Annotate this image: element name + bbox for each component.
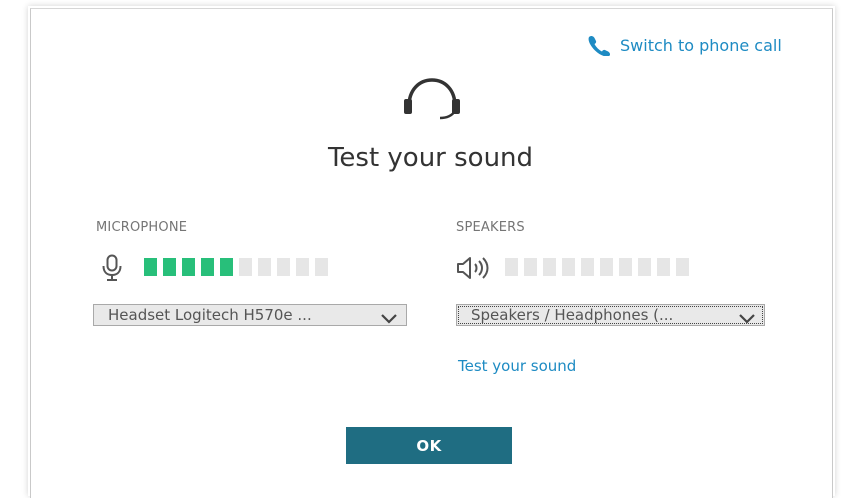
level-bar bbox=[619, 258, 632, 276]
headset-icon bbox=[403, 76, 461, 124]
speakers-section-label: SPEAKERS bbox=[456, 220, 525, 235]
chevron-down-icon bbox=[380, 310, 398, 328]
level-bar bbox=[543, 258, 556, 276]
test-your-sound-link[interactable]: Test your sound bbox=[458, 357, 576, 375]
level-bar bbox=[144, 258, 157, 276]
level-bar bbox=[505, 258, 518, 276]
microphone-level-meter bbox=[144, 258, 328, 276]
level-bar bbox=[638, 258, 651, 276]
microphone-icon bbox=[101, 254, 123, 286]
phone-icon bbox=[586, 34, 612, 56]
level-bar bbox=[296, 258, 309, 276]
level-bar bbox=[600, 258, 613, 276]
level-bar bbox=[315, 258, 328, 276]
chevron-down-icon bbox=[738, 310, 756, 328]
speaker-icon bbox=[455, 255, 493, 285]
level-bar bbox=[163, 258, 176, 276]
level-bar bbox=[201, 258, 214, 276]
microphone-device-value: Headset Logitech H570e ... bbox=[108, 306, 312, 324]
level-bar bbox=[676, 258, 689, 276]
microphone-device-select[interactable]: Headset Logitech H570e ... bbox=[93, 304, 407, 326]
level-bar bbox=[182, 258, 195, 276]
page-title: Test your sound bbox=[327, 143, 534, 173]
level-bar bbox=[657, 258, 670, 276]
speakers-device-select[interactable]: Speakers / Headphones (... bbox=[456, 304, 765, 326]
level-bar bbox=[220, 258, 233, 276]
level-bar bbox=[581, 258, 594, 276]
switch-to-phone-call-link[interactable]: Switch to phone call bbox=[586, 34, 782, 56]
speakers-level-meter bbox=[505, 258, 689, 276]
switch-to-phone-call-label: Switch to phone call bbox=[620, 35, 782, 55]
speakers-device-value: Speakers / Headphones (... bbox=[471, 306, 674, 324]
ok-button[interactable]: OK bbox=[346, 427, 512, 464]
level-bar bbox=[239, 258, 252, 276]
microphone-section-label: MICROPHONE bbox=[96, 220, 188, 235]
level-bar bbox=[524, 258, 537, 276]
level-bar bbox=[258, 258, 271, 276]
level-bar bbox=[562, 258, 575, 276]
level-bar bbox=[277, 258, 290, 276]
